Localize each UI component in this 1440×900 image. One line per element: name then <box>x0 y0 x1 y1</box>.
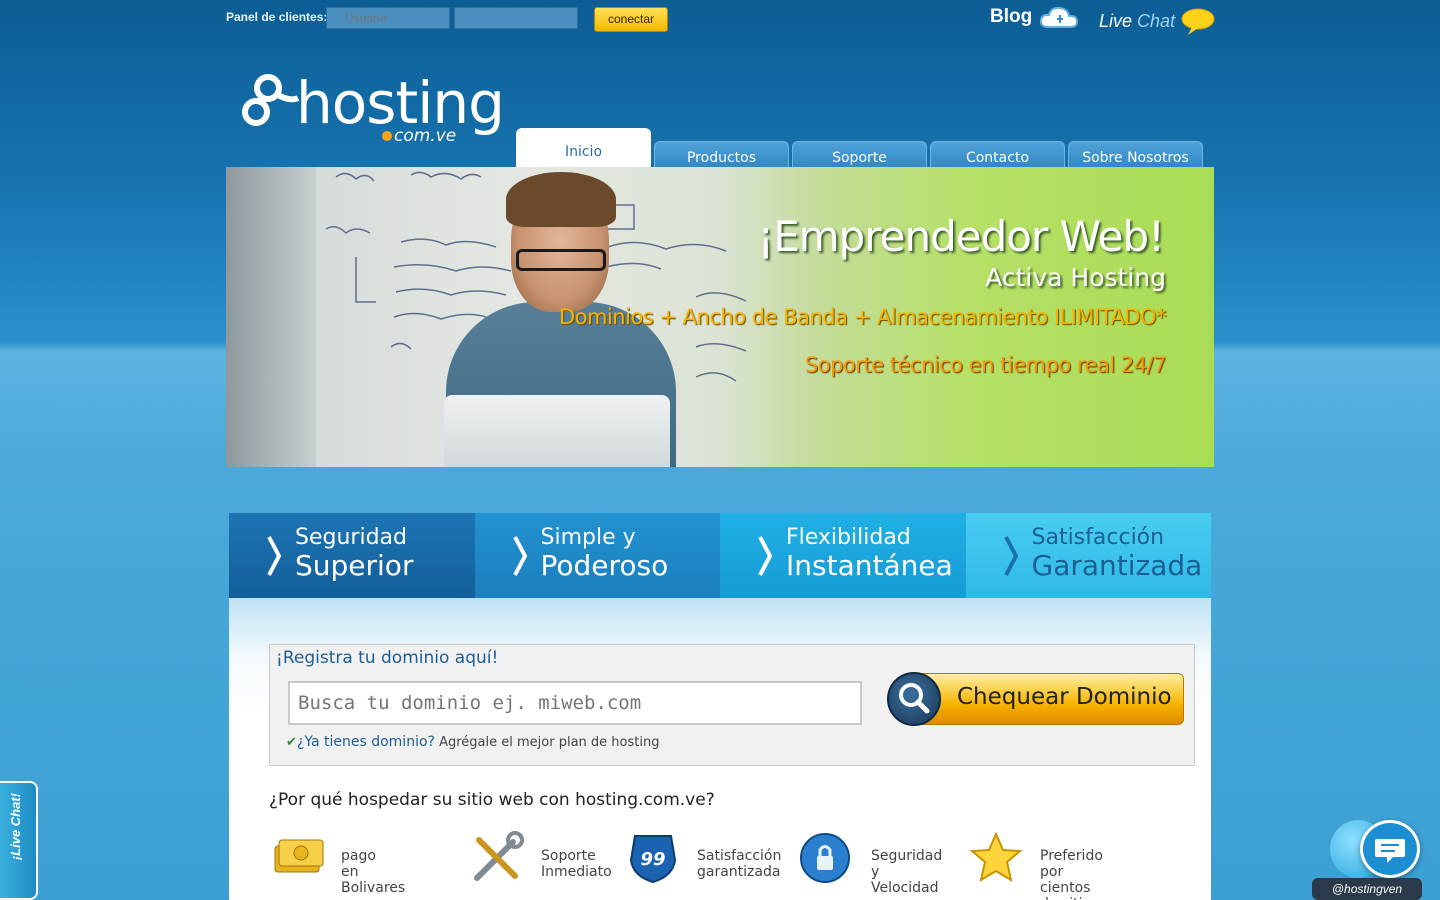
benefit-text: pago en Bolivares <box>341 848 406 896</box>
cloud-icon <box>1039 6 1078 28</box>
password-input[interactable] <box>454 7 578 29</box>
benefit-text: Satisfacción garantizada <box>697 848 782 880</box>
feature-simple[interactable]: Simple y Poderoso <box>474 513 720 598</box>
chat-label: Chat <box>1137 10 1176 31</box>
check-domain-button[interactable]: Chequear Dominio <box>887 672 1184 726</box>
money-icon <box>274 839 324 873</box>
blog-link[interactable]: Blog <box>990 3 1080 31</box>
magnifier-icon <box>887 672 941 726</box>
username-input[interactable] <box>326 7 450 29</box>
speech-bubble-icon <box>1181 8 1215 35</box>
feature-satisfaccion[interactable]: Satisfacción Garantizada <box>965 513 1211 598</box>
twitter-handle: @hostingven <box>1312 878 1422 900</box>
connect-button[interactable]: conectar <box>594 7 668 32</box>
feature-line2: Superior <box>295 549 414 582</box>
badge-99-icon: 99 <box>629 835 677 884</box>
feature-line1: Flexibilidad <box>786 525 911 550</box>
logo-dot-icon <box>382 131 392 141</box>
message-icon <box>1375 839 1405 863</box>
main-content: ¡Registra tu dominio aquí! ✔¿Ya tienes d… <box>229 598 1211 900</box>
logo-domain-text: com.ve <box>394 126 457 146</box>
twitter-widget[interactable]: @hostingven <box>1312 806 1428 900</box>
hero-subtitle: Activa Hosting <box>985 263 1166 292</box>
hero-wall-panel <box>226 167 316 467</box>
hero-support-line: Soporte técnico en tiempo real 24/7 <box>804 353 1167 377</box>
chevron-right-icon <box>512 536 527 576</box>
star-icon <box>969 831 1023 883</box>
hero-title: ¡Emprendedor Web! <box>757 212 1165 261</box>
feature-line2: Instantánea <box>786 549 953 582</box>
side-live-chat-tab[interactable]: ¡Live Chat! <box>0 781 38 900</box>
client-panel-label: Panel de clientes: <box>226 10 328 24</box>
feature-flexibilidad[interactable]: Flexibilidad Instantánea <box>720 513 966 598</box>
why-title: ¿Por qué hospedar su sitio web con hosti… <box>269 790 715 810</box>
benefit-text: Soporte Inmediato <box>541 848 612 880</box>
domain-search-input[interactable] <box>288 681 862 725</box>
benefit-text: Preferido porcientos de sitios web <box>1040 848 1103 900</box>
live-chat-link[interactable]: Live Chat <box>1099 7 1216 37</box>
domain-search-box: ¡Registra tu dominio aquí! ✔¿Ya tienes d… <box>269 644 1195 766</box>
features-strip: Seguridad Superior Simple y Poderoso Fle… <box>229 513 1211 598</box>
site-logo[interactable]: hosting com.ve <box>242 68 512 150</box>
feature-line1: Simple y <box>540 525 636 550</box>
chat-bubble-button[interactable] <box>1360 820 1420 878</box>
benefit-text: Seguridad y Velocidad <box>871 848 943 896</box>
hero-laptop <box>444 395 670 467</box>
feature-seguridad[interactable]: Seguridad Superior <box>229 513 475 598</box>
domain-note: ✔¿Ya tienes dominio? Agrégale el mejor p… <box>286 734 659 750</box>
hero-person-hair <box>506 172 616 227</box>
chevron-right-icon <box>1003 536 1018 576</box>
chevron-right-icon <box>758 536 772 576</box>
hero-person-glasses <box>516 249 606 271</box>
side-live-chat-label: ¡Live Chat! <box>8 793 23 861</box>
blog-label: Blog <box>990 6 1033 28</box>
svg-text:99: 99 <box>640 849 665 870</box>
feature-line1: Satisfacción <box>1031 525 1165 550</box>
lock-icon <box>800 833 850 883</box>
hero-unlimited-line: Dominios + Ancho de Banda + Almacenamien… <box>558 305 1167 329</box>
chevron-right-icon <box>267 536 281 576</box>
live-label: Live <box>1099 10 1133 31</box>
have-domain-link[interactable]: ¿Ya tienes dominio? <box>297 734 435 750</box>
hero-banner[interactable]: ¡Emprendedor Web! Activa Hosting Dominio… <box>226 167 1214 467</box>
check-domain-label: Chequear Dominio <box>957 684 1172 710</box>
feature-line2: Garantizada <box>1031 549 1203 582</box>
checkmark-icon: ✔ <box>286 735 297 750</box>
logo-mark-icon <box>242 74 300 126</box>
feature-line1: Seguridad <box>295 525 407 550</box>
have-domain-text: Agrégale el mejor plan de hosting <box>439 735 660 750</box>
domain-title: ¡Registra tu dominio aquí! <box>276 648 499 668</box>
logo-domain: com.ve <box>382 126 456 146</box>
feature-line2: Poderoso <box>540 549 669 582</box>
tools-icon <box>474 831 524 881</box>
